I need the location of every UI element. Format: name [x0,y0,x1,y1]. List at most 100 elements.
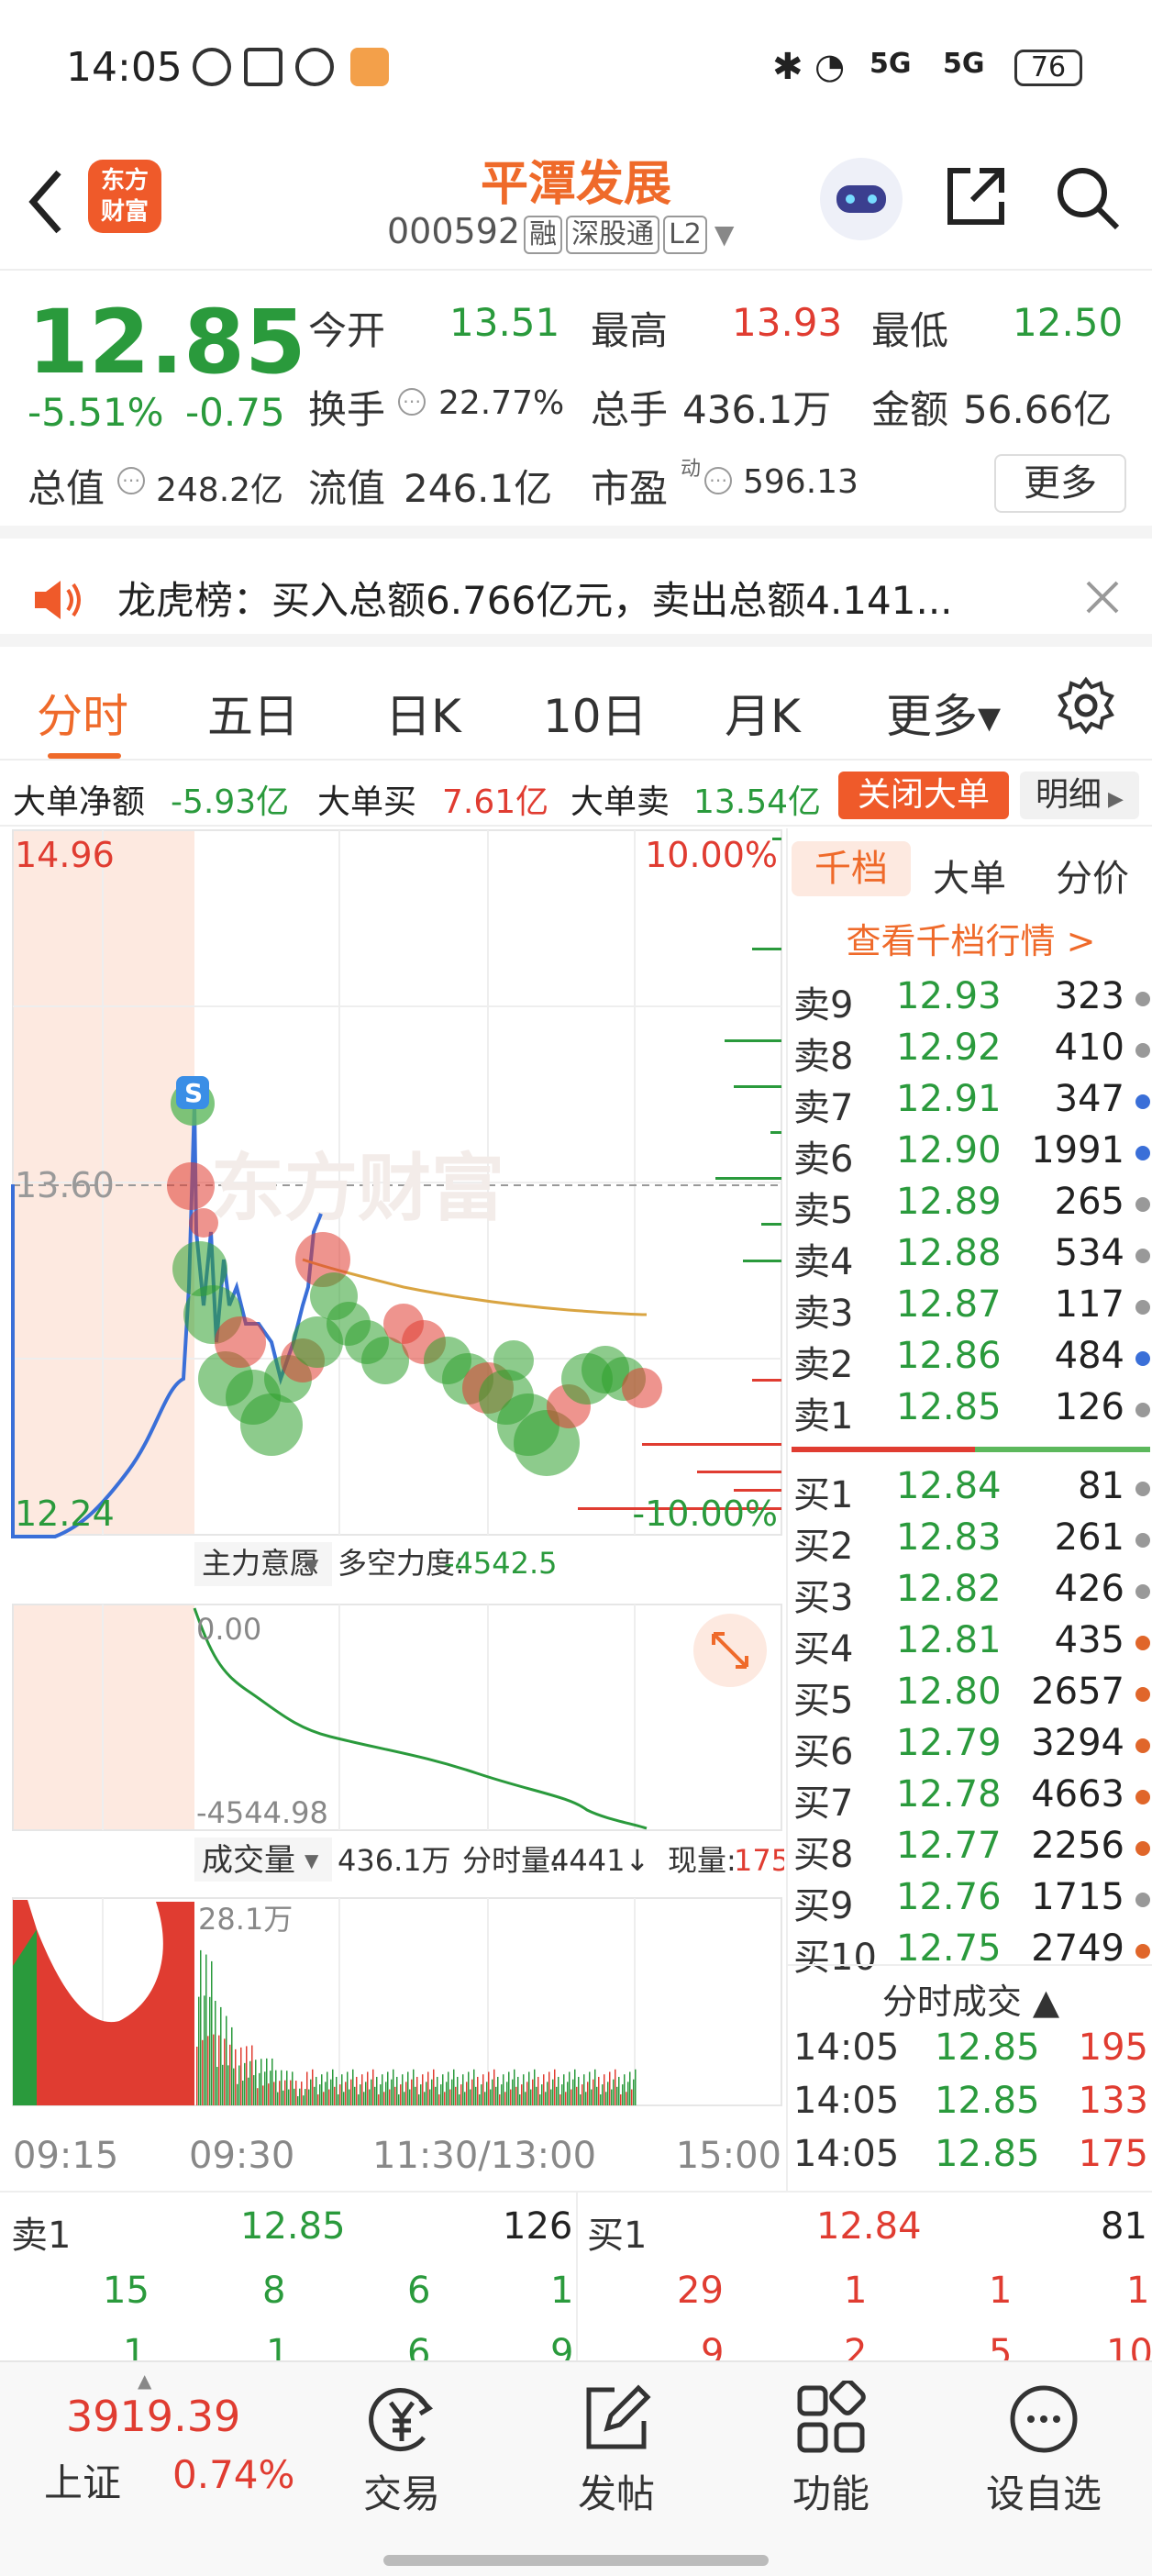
nav-functions[interactable]: 功能 [739,2362,923,2546]
info-icon[interactable]: ⋯ [398,388,426,416]
nav-trade[interactable]: 交易 [310,2362,493,2546]
ask-row[interactable]: 卖7 12.91 347 [788,1078,1152,1129]
ticks-title[interactable]: 分时成交 ▲ [788,1973,1152,2024]
volume-bar [433,2069,435,2105]
volume-bar [360,2084,361,2105]
ask-row[interactable]: 卖2 12.86 484 [788,1335,1152,1386]
robot-assistant-icon[interactable] [820,158,903,240]
ask-row[interactable]: 卖9 12.93 323 [788,975,1152,1027]
bid-price: 12.84 [896,1465,1002,1507]
ask-price: 12.91 [896,1078,1002,1120]
volume-bar [420,2084,422,2105]
volume-bar [196,2047,198,2105]
now-vol-label: 现量: [668,1843,737,1878]
volume-bar [288,2089,290,2105]
volume-bar [352,2069,354,2105]
bid-row[interactable]: 买10 12.75 2749 [788,1927,1152,1979]
share-icon[interactable] [943,163,1009,229]
nav-post[interactable]: 发帖 [525,2362,708,2546]
volume-bar [387,2071,389,2105]
dragon-tiger-notice[interactable]: 龙虎榜：买入总额6.766亿元，卖出总额4.141... [0,551,1152,647]
book-tab-price[interactable]: 分价 [1056,849,1129,902]
volume-bar [305,2089,306,2105]
volume-bar [554,2069,556,2105]
book-tab-large[interactable]: 大单 [933,849,1006,902]
tick-price: 12.85 [935,2026,1040,2069]
order-book-panel: 千档 大单 分价 查看千档行情 > 卖9 12.93 323 卖8 12.92 410 卖7… [786,828,1152,2191]
ask-row[interactable]: 卖1 12.85 126 [788,1386,1152,1438]
search-icon[interactable] [1053,163,1123,233]
chart-period-tabs: 分时 五日 日K 10日 月K 更多▾ [0,660,1152,761]
bottom-nav: ▲ 3919.39 上证 0.74% 交易 发帖 功能 设自选 [0,2360,1152,2576]
ask-row[interactable]: 卖3 12.87 117 [788,1283,1152,1335]
bid-row[interactable]: 买3 12.82 426 [788,1568,1152,1619]
info-icon[interactable]: ⋯ [117,467,145,494]
tag-l2[interactable]: L2 [663,216,707,254]
bid-price: 12.79 [896,1722,1002,1764]
volume-bar [218,2035,220,2105]
close-icon[interactable] [1084,579,1121,616]
tab-monthly-k[interactable]: 月K [725,680,801,746]
edit-icon [586,2384,651,2449]
tab-more[interactable]: 更多▾ [886,680,1001,746]
volume-bar [238,2065,240,2105]
tab-daily-k[interactable]: 日K [385,680,461,746]
close-big-order-button[interactable]: 关闭大单 [838,772,1009,819]
volume-bar [374,2086,376,2105]
volume-bar [506,2082,508,2105]
info-icon[interactable]: ⋯ [704,467,732,494]
tick-volume: 175 [1078,2133,1148,2175]
volume-bar [297,2096,299,2105]
big-net-label: 大单净额 [13,783,146,821]
volume-bar [424,2092,426,2105]
volume-bar [631,2089,633,2105]
tab-5day[interactable]: 五日 [207,680,299,746]
volume-bar [451,2079,453,2105]
ask-volume: 323 [1054,975,1124,1017]
book-tab-depth[interactable]: 千档 [792,841,911,896]
bid-row[interactable]: 买5 12.80 2657 [788,1671,1152,1722]
volume-bar [585,2092,587,2105]
tick-volume: 195 [1078,2026,1148,2069]
ask-row[interactable]: 卖5 12.89 265 [788,1181,1152,1232]
bid-row[interactable]: 买9 12.76 1715 [788,1876,1152,1927]
ask-row[interactable]: 卖8 12.92 410 [788,1027,1152,1078]
buy1-vol: 81 [1101,2205,1147,2248]
volume-bar [363,2092,365,2105]
bid-ask-bar-red [792,1447,975,1452]
nav-add-watchlist[interactable]: 设自选 [952,2362,1135,2546]
volume-bar [547,2082,548,2105]
intraday-chart-area[interactable]: 东方财富 S 14.96 13.60 12.24 10.00% -10.00% … [0,828,784,2191]
y-low-label: 12.24 [15,1493,115,1534]
index-ticker[interactable]: ▲ 3919.39 上证 0.74% [0,2362,312,2546]
tab-10day[interactable]: 10日 [543,680,648,746]
bid-row[interactable]: 买4 12.81 435 [788,1619,1152,1671]
bid-row[interactable]: 买6 12.79 3294 [788,1722,1152,1773]
float-value: 246.1亿 [404,466,553,511]
detail-button[interactable]: 明细 ▶ [1020,772,1139,819]
bid-row[interactable]: 买7 12.78 4663 [788,1773,1152,1825]
bid-price: 12.78 [896,1773,1002,1815]
mktcap-label: 总值 [28,466,105,511]
ask-row[interactable]: 卖4 12.88 534 [788,1232,1152,1283]
volume-bar [499,2094,501,2105]
view-depth-link[interactable]: 查看千档行情 > [788,913,1152,963]
tick-vol-label: 分时量: [462,1843,560,1878]
x-label-0915: 09:15 [13,2135,118,2177]
bid-volume: 2657 [1031,1671,1124,1713]
bid-volume: 3294 [1031,1722,1124,1764]
bid-row[interactable]: 买1 12.84 81 [788,1465,1152,1516]
ask-row[interactable]: 卖6 12.90 1991 [788,1129,1152,1181]
volume-bar [198,1996,200,2105]
volume-bar [393,2069,394,2105]
volume-bar [431,2079,433,2105]
volume-bar [402,2074,404,2105]
gear-icon[interactable] [1057,676,1115,735]
more-button[interactable]: 更多 [994,454,1126,513]
volume-bar [205,1954,207,2105]
tab-intraday[interactable]: 分时 [37,680,128,746]
chevron-down-icon[interactable]: ▼ [714,219,735,250]
bid-row[interactable]: 买8 12.77 2256 [788,1825,1152,1876]
volume-bar [249,2060,251,2105]
bid-row[interactable]: 买2 12.83 261 [788,1516,1152,1568]
